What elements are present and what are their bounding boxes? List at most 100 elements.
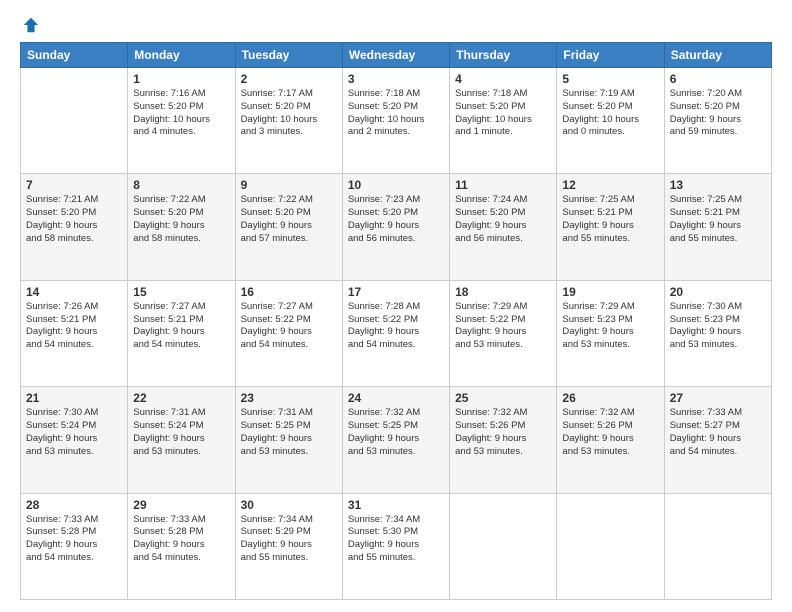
calendar-cell: 23 Sunrise: 7:31 AM Sunset: 5:25 PM Dayli… [235,387,342,493]
calendar-cell [21,68,128,174]
calendar-cell: 22 Sunrise: 7:31 AM Sunset: 5:24 PM Dayli… [128,387,235,493]
cell-info: Sunrise: 7:19 AM Sunset: 5:20 PM Dayligh… [562,88,658,139]
cell-info: Sunrise: 7:28 AM Sunset: 5:22 PM Dayligh… [348,301,444,352]
calendar-week-row: 21Sunrise: 7:30 AM Sunset: 5:24 PM Dayli… [21,387,772,493]
calendar-cell: 5 Sunrise: 7:19 AM Sunset: 5:20 PM Daylig… [557,68,664,174]
col-header-saturday: Saturday [664,43,771,68]
calendar-cell: 14 Sunrise: 7:26 AM Sunset: 5:21 PM Dayli… [21,280,128,386]
calendar-cell: 26 Sunrise: 7:32 AM Sunset: 5:26 PM Dayli… [557,387,664,493]
day-number: 20 [670,285,766,299]
calendar-cell: 17 Sunrise: 7:28 AM Sunset: 5:22 PM Dayli… [342,280,449,386]
day-number: 12 [562,178,658,192]
col-header-tuesday: Tuesday [235,43,342,68]
cell-info: Sunrise: 7:23 AM Sunset: 5:20 PM Dayligh… [348,194,444,245]
header [20,16,772,34]
calendar-cell: 21Sunrise: 7:30 AM Sunset: 5:24 PM Dayli… [21,387,128,493]
cell-info: Sunrise: 7:29 AM Sunset: 5:23 PM Dayligh… [562,301,658,352]
cell-info: Sunrise: 7:34 AM Sunset: 5:30 PM Dayligh… [348,514,444,565]
cell-info: Sunrise: 7:33 AM Sunset: 5:28 PM Dayligh… [133,514,229,565]
cell-info: Sunrise: 7:33 AM Sunset: 5:27 PM Dayligh… [670,407,766,458]
day-number: 16 [241,285,337,299]
day-number: 19 [562,285,658,299]
cell-info: Sunrise: 7:25 AM Sunset: 5:21 PM Dayligh… [562,194,658,245]
day-number: 28 [26,498,122,512]
col-header-monday: Monday [128,43,235,68]
calendar-cell: 30Sunrise: 7:34 AM Sunset: 5:29 PM Dayli… [235,493,342,599]
calendar-cell: 28 Sunrise: 7:33 AM Sunset: 5:28 PM Dayli… [21,493,128,599]
calendar-week-row: 28 Sunrise: 7:33 AM Sunset: 5:28 PM Dayli… [21,493,772,599]
cell-info: Sunrise: 7:30 AM Sunset: 5:24 PM Dayligh… [26,407,122,458]
cell-info: Sunrise: 7:22 AM Sunset: 5:20 PM Dayligh… [133,194,229,245]
calendar-cell: 6Sunrise: 7:20 AM Sunset: 5:20 PM Daylig… [664,68,771,174]
logo [20,16,40,34]
calendar-cell: 24 Sunrise: 7:32 AM Sunset: 5:25 PM Dayli… [342,387,449,493]
calendar-cell [664,493,771,599]
calendar-week-row: 14 Sunrise: 7:26 AM Sunset: 5:21 PM Dayli… [21,280,772,386]
calendar-cell: 9 Sunrise: 7:22 AM Sunset: 5:20 PM Daylig… [235,174,342,280]
day-number: 8 [133,178,229,192]
day-number: 13 [670,178,766,192]
logo-icon [22,16,40,34]
calendar-cell: 19 Sunrise: 7:29 AM Sunset: 5:23 PM Dayli… [557,280,664,386]
day-number: 24 [348,391,444,405]
calendar-week-row: 1Sunrise: 7:16 AM Sunset: 5:20 PM Daylig… [21,68,772,174]
cell-info: Sunrise: 7:20 AM Sunset: 5:20 PM Dayligh… [670,88,766,139]
cell-info: Sunrise: 7:24 AM Sunset: 5:20 PM Dayligh… [455,194,551,245]
cell-info: Sunrise: 7:25 AM Sunset: 5:21 PM Dayligh… [670,194,766,245]
cell-info: Sunrise: 7:18 AM Sunset: 5:20 PM Dayligh… [348,88,444,139]
calendar-cell: 11 Sunrise: 7:24 AM Sunset: 5:20 PM Dayli… [450,174,557,280]
cell-info: Sunrise: 7:31 AM Sunset: 5:25 PM Dayligh… [241,407,337,458]
cell-info: Sunrise: 7:32 AM Sunset: 5:25 PM Dayligh… [348,407,444,458]
day-number: 30 [241,498,337,512]
cell-info: Sunrise: 7:17 AM Sunset: 5:20 PM Dayligh… [241,88,337,139]
day-number: 10 [348,178,444,192]
day-number: 26 [562,391,658,405]
day-number: 2 [241,72,337,86]
calendar-cell: 27Sunrise: 7:33 AM Sunset: 5:27 PM Dayli… [664,387,771,493]
col-header-friday: Friday [557,43,664,68]
calendar-cell: 8 Sunrise: 7:22 AM Sunset: 5:20 PM Daylig… [128,174,235,280]
col-header-wednesday: Wednesday [342,43,449,68]
day-number: 14 [26,285,122,299]
calendar-cell: 15 Sunrise: 7:27 AM Sunset: 5:21 PM Dayli… [128,280,235,386]
day-number: 23 [241,391,337,405]
calendar-cell [450,493,557,599]
day-number: 7 [26,178,122,192]
cell-info: Sunrise: 7:27 AM Sunset: 5:21 PM Dayligh… [133,301,229,352]
day-number: 25 [455,391,551,405]
calendar-cell: 31 Sunrise: 7:34 AM Sunset: 5:30 PM Dayli… [342,493,449,599]
cell-info: Sunrise: 7:21 AM Sunset: 5:20 PM Dayligh… [26,194,122,245]
calendar-cell: 20 Sunrise: 7:30 AM Sunset: 5:23 PM Dayli… [664,280,771,386]
calendar-cell: 4 Sunrise: 7:18 AM Sunset: 5:20 PM Daylig… [450,68,557,174]
day-number: 29 [133,498,229,512]
day-number: 5 [562,72,658,86]
day-number: 3 [348,72,444,86]
day-number: 4 [455,72,551,86]
cell-info: Sunrise: 7:29 AM Sunset: 5:22 PM Dayligh… [455,301,551,352]
calendar-cell: 12 Sunrise: 7:25 AM Sunset: 5:21 PM Dayli… [557,174,664,280]
day-number: 11 [455,178,551,192]
calendar-cell: 18 Sunrise: 7:29 AM Sunset: 5:22 PM Dayli… [450,280,557,386]
cell-info: Sunrise: 7:32 AM Sunset: 5:26 PM Dayligh… [562,407,658,458]
cell-info: Sunrise: 7:26 AM Sunset: 5:21 PM Dayligh… [26,301,122,352]
cell-info: Sunrise: 7:31 AM Sunset: 5:24 PM Dayligh… [133,407,229,458]
cell-info: Sunrise: 7:30 AM Sunset: 5:23 PM Dayligh… [670,301,766,352]
cell-info: Sunrise: 7:18 AM Sunset: 5:20 PM Dayligh… [455,88,551,139]
day-number: 17 [348,285,444,299]
calendar-cell: 25 Sunrise: 7:32 AM Sunset: 5:26 PM Dayli… [450,387,557,493]
cell-info: Sunrise: 7:32 AM Sunset: 5:26 PM Dayligh… [455,407,551,458]
calendar-cell: 10 Sunrise: 7:23 AM Sunset: 5:20 PM Dayli… [342,174,449,280]
col-header-thursday: Thursday [450,43,557,68]
day-number: 18 [455,285,551,299]
day-number: 22 [133,391,229,405]
calendar-cell: 2 Sunrise: 7:17 AM Sunset: 5:20 PM Daylig… [235,68,342,174]
cell-info: Sunrise: 7:33 AM Sunset: 5:28 PM Dayligh… [26,514,122,565]
day-number: 9 [241,178,337,192]
day-number: 1 [133,72,229,86]
cell-info: Sunrise: 7:22 AM Sunset: 5:20 PM Dayligh… [241,194,337,245]
calendar-cell: 3 Sunrise: 7:18 AM Sunset: 5:20 PM Daylig… [342,68,449,174]
calendar-cell: 29 Sunrise: 7:33 AM Sunset: 5:28 PM Dayli… [128,493,235,599]
day-number: 31 [348,498,444,512]
day-number: 15 [133,285,229,299]
calendar-header-row: SundayMondayTuesdayWednesdayThursdayFrid… [21,43,772,68]
